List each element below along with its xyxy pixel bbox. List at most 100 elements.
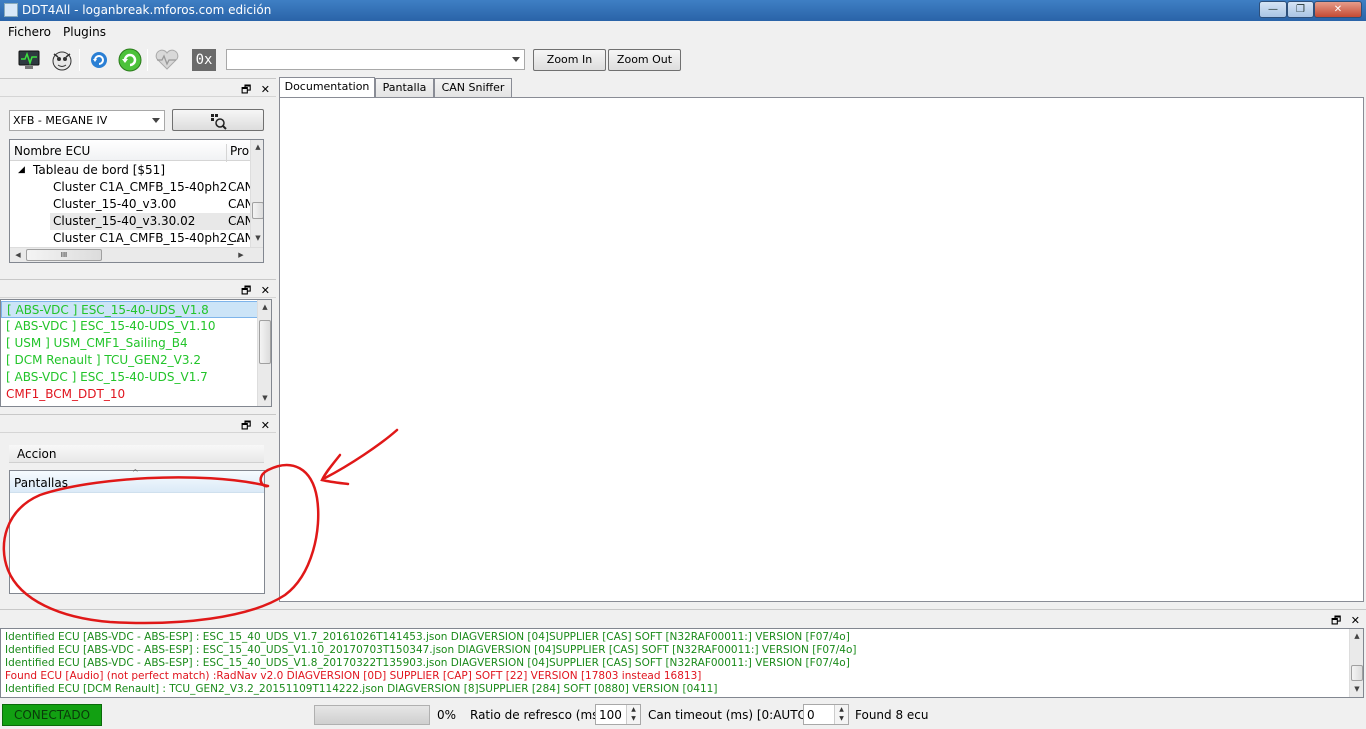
list-item[interactable]: [ ABS-VDC ] ESC_15-40-UDS_V1.10 bbox=[1, 318, 258, 335]
tree-group[interactable]: ◢ Tableau de bord [$51] bbox=[10, 162, 250, 179]
log-line: Identified ECU [ABS-VDC - ABS-ESP] : ESC… bbox=[5, 657, 850, 669]
progress-text: 0% bbox=[437, 708, 457, 722]
close-icon[interactable]: ✕ bbox=[1351, 614, 1360, 627]
log-line: Identified ECU [ABS-VDC - ABS-ESP] : ESC… bbox=[5, 631, 850, 643]
float-icon[interactable]: 🗗 bbox=[241, 83, 251, 96]
can-timeout-value: 0 bbox=[807, 708, 815, 722]
log-line: Found ECU [Audio] (not perfect match) :R… bbox=[5, 670, 702, 682]
screens-column-label: Pantallas bbox=[14, 476, 68, 490]
scroll-up-icon[interactable]: ▲ bbox=[1350, 632, 1363, 640]
timeout-label: Can timeout (ms) [0:AUTO] : bbox=[648, 708, 820, 722]
tree-col-name[interactable]: Nombre ECU bbox=[14, 144, 90, 158]
log-line: Identified ECU [ABS-VDC - ABS-ESP] : ESC… bbox=[5, 644, 857, 656]
connect-icon[interactable] bbox=[117, 47, 143, 73]
float-icon[interactable]: 🗗 bbox=[1331, 614, 1341, 627]
refresh-icon[interactable] bbox=[86, 47, 112, 73]
menu-bar: Fichero Plugins bbox=[0, 21, 1366, 43]
hex-label: 0x bbox=[192, 49, 216, 71]
tree-row-name: Cluster C1A_CMFB_15-40ph2 bbox=[53, 180, 228, 194]
float-icon[interactable]: 🗗 bbox=[241, 284, 251, 297]
scroll-left-icon[interactable]: ◀ bbox=[11, 251, 25, 259]
scan-button[interactable] bbox=[172, 109, 264, 131]
tree-hscroll-thumb[interactable]: III bbox=[26, 249, 102, 261]
expand-arrow-icon[interactable]: ◢ bbox=[18, 165, 25, 175]
sort-up-icon: ^ bbox=[132, 468, 139, 477]
screens-header[interactable]: Pantallas ^ bbox=[10, 468, 264, 493]
vehicle-select-value: XFB - MEGANE IV bbox=[13, 114, 108, 127]
list-item[interactable]: [ ABS-VDC ] ESC_15-40-UDS_V1.8 bbox=[1, 301, 258, 318]
sniffer-icon[interactable] bbox=[49, 47, 75, 73]
tree-row[interactable]: Cluster C1A_CMFB_15-40ph2_... CAN bbox=[10, 230, 254, 247]
zoom-out-button[interactable]: Zoom Out bbox=[608, 49, 681, 71]
screens-tree[interactable]: Pantallas ^ bbox=[9, 468, 265, 594]
tree-row[interactable]: Cluster_15-40_v3.00 CAN bbox=[10, 196, 254, 213]
zoom-in-button[interactable]: Zoom In bbox=[533, 49, 606, 71]
tab-can-sniffer[interactable]: CAN Sniffer bbox=[434, 78, 512, 98]
ecu-list-dock-header: 🗗 ✕ bbox=[0, 279, 276, 298]
tab-pantalla[interactable]: Pantalla bbox=[375, 78, 434, 98]
maximize-button[interactable]: ❐ bbox=[1287, 1, 1314, 18]
ecu-tree[interactable]: Nombre ECU Pro ◢ Tableau de bord [$51] C… bbox=[9, 139, 264, 263]
list-item[interactable]: CMF1_BCM_DDT_10 bbox=[1, 386, 258, 403]
tree-row[interactable]: Cluster C1A_CMFB_15-40ph2 CAN bbox=[10, 179, 254, 196]
toolbar: 0x Zoom In Zoom Out bbox=[0, 43, 1366, 76]
tree-hscroll[interactable]: ◀ III ▶ bbox=[10, 247, 263, 262]
list-item[interactable]: [ USM ] USM_CMF1_Sailing_B4 bbox=[1, 335, 258, 352]
tree-header: Nombre ECU Pro bbox=[10, 140, 250, 162]
minimize-button[interactable]: — bbox=[1259, 1, 1287, 18]
app-icon bbox=[4, 3, 18, 17]
refresh-rate-value: 100 bbox=[599, 708, 622, 722]
scroll-down-icon[interactable]: ▼ bbox=[1350, 685, 1363, 693]
spin-arrows-icon[interactable]: ▲ ▼ bbox=[626, 705, 640, 724]
hex-icon[interactable]: 0x bbox=[191, 47, 217, 73]
spin-arrows-icon[interactable]: ▲ ▼ bbox=[834, 705, 848, 724]
documentation-panel bbox=[279, 97, 1364, 602]
menu-fichero[interactable]: Fichero bbox=[8, 25, 51, 39]
ecu-dock-header: 🗗 ✕ bbox=[0, 78, 276, 97]
toolbar-separator bbox=[147, 49, 148, 71]
list-item[interactable]: [ ABS-VDC ] ESC_15-40-UDS_V1.7 bbox=[1, 369, 258, 386]
log-vscroll-thumb[interactable] bbox=[1351, 665, 1363, 681]
list-item[interactable]: [ DCM Renault ] TCU_GEN2_V3.2 bbox=[1, 352, 258, 369]
close-icon[interactable]: ✕ bbox=[261, 419, 270, 432]
vehicle-select[interactable]: XFB - MEGANE IV bbox=[9, 110, 165, 131]
tree-vscroll-thumb[interactable] bbox=[252, 202, 263, 219]
tree-row-selected[interactable]: Cluster_15-40_v3.30.02 CAN bbox=[50, 213, 254, 230]
accion-tab-label: Accion bbox=[17, 447, 57, 461]
chevron-down-icon bbox=[512, 57, 520, 62]
ecu-list-vscroll[interactable]: ▲ ▼ bbox=[257, 300, 271, 406]
window-title: DDT4All - loganbreak.mforos.com edición bbox=[22, 3, 272, 17]
tree-col-proto[interactable]: Pro bbox=[226, 144, 249, 162]
toolbar-separator bbox=[79, 49, 80, 71]
monitor-icon[interactable] bbox=[16, 47, 42, 73]
refresh-rate-spinbox[interactable]: 100 ▲ ▼ bbox=[595, 704, 641, 725]
close-button[interactable]: ✕ bbox=[1314, 1, 1362, 18]
tree-row-name: Cluster_15-40_v3.00 bbox=[53, 197, 177, 211]
screens-dock-header: 🗗 ✕ bbox=[0, 414, 276, 433]
found-ecu-list[interactable]: [ ABS-VDC ] ESC_15-40-UDS_V1.8 [ ABS-VDC… bbox=[0, 299, 272, 407]
toolbar-combo[interactable] bbox=[226, 49, 525, 70]
ecu-list-vscroll-thumb[interactable] bbox=[259, 320, 271, 364]
heartbeat-icon[interactable] bbox=[154, 47, 180, 73]
connection-status: CONECTADO bbox=[2, 704, 102, 726]
log-view[interactable]: Identified ECU [ABS-VDC - ABS-ESP] : ESC… bbox=[0, 628, 1364, 698]
tab-documentation[interactable]: Documentation bbox=[279, 77, 375, 98]
close-icon[interactable]: ✕ bbox=[261, 83, 270, 96]
float-icon[interactable]: 🗗 bbox=[241, 419, 251, 432]
menu-plugins[interactable]: Plugins bbox=[63, 25, 106, 39]
scroll-right-icon[interactable]: ▶ bbox=[234, 251, 248, 259]
tree-group-label: Tableau de bord [$51] bbox=[33, 163, 165, 177]
can-timeout-spinbox[interactable]: 0 ▲ ▼ bbox=[803, 704, 849, 725]
scroll-up-icon[interactable]: ▲ bbox=[258, 303, 271, 311]
tree-vscroll[interactable]: ▲ ▼ bbox=[250, 140, 263, 247]
found-count: Found 8 ecu bbox=[855, 708, 929, 722]
tree-row-name: Cluster_15-40_v3.30.02 bbox=[53, 214, 196, 228]
scroll-up-icon[interactable]: ▲ bbox=[251, 143, 263, 151]
scroll-down-icon[interactable]: ▼ bbox=[251, 234, 263, 242]
accion-tab[interactable]: Accion bbox=[9, 445, 264, 463]
scroll-down-icon[interactable]: ▼ bbox=[258, 394, 271, 402]
log-vscroll[interactable]: ▲ ▼ bbox=[1349, 629, 1363, 697]
chevron-down-icon bbox=[152, 118, 160, 123]
close-icon[interactable]: ✕ bbox=[261, 284, 270, 297]
tree-row-name: Cluster C1A_CMFB_15-40ph2_... bbox=[53, 231, 245, 245]
